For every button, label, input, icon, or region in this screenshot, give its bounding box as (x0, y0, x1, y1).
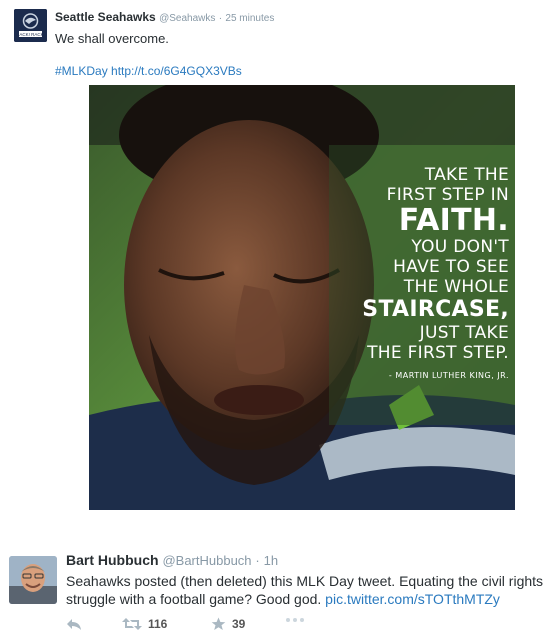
tweet2-text-block: Seahawks posted (then deleted) this MLK … (66, 572, 546, 608)
quote-line-5: have to see (393, 257, 509, 277)
tweet1-separator: · (218, 13, 223, 24)
quote-line-4: You don't (411, 237, 509, 257)
more-dots-icon (286, 618, 304, 622)
tweet2-timestamp[interactable]: 1h (264, 553, 278, 568)
reply-button[interactable] (66, 617, 82, 631)
quote-line-3: FAITH. (398, 203, 509, 238)
quote-attribution: - MARTIN LUTHER KING, JR. (388, 371, 509, 380)
more-button[interactable] (285, 617, 305, 623)
quote-line-7: STAIRCASE, (362, 297, 509, 322)
quote-line-9: the first step. (367, 343, 509, 363)
quote-line-1: Take the (424, 165, 509, 185)
tweet2-separator: · (255, 553, 260, 568)
photo-quote: Take the first step in FAITH. You don't … (334, 165, 509, 380)
tweet1-display-name[interactable]: Seattle Seahawks (55, 10, 156, 24)
quote-line-2: first step in (386, 185, 509, 205)
retweet-button[interactable]: 116 (122, 617, 167, 631)
tweet1-handle[interactable]: @Seahawks (159, 13, 215, 24)
avatar-label: RACK! RACK! (16, 32, 45, 37)
favorite-count: 39 (232, 617, 246, 631)
tweet1-text: We shall overcome. (55, 31, 169, 46)
tweet2-display-name[interactable]: Bart Hubbuch (66, 552, 159, 568)
favorite-button[interactable]: 39 (211, 617, 245, 631)
tweet1-header: Seattle Seahawks @Seahawks · 25 minutes (55, 10, 274, 24)
quote-line-6: the whole (403, 277, 509, 297)
retweet-icon (122, 618, 142, 630)
tweet2-handle[interactable]: @BartHubbuch (162, 553, 251, 568)
tweet2-header: Bart Hubbuch @BartHubbuch · 1h (66, 552, 278, 568)
reply-icon (67, 619, 81, 630)
tweet1-photo[interactable]: Take the first step in FAITH. You don't … (89, 85, 515, 510)
tweet2-actions: 116 39 (66, 617, 326, 637)
star-icon (211, 617, 226, 630)
bart-hubbuch-avatar[interactable] (9, 556, 57, 604)
tweet1-timestamp[interactable]: 25 minutes (225, 13, 274, 24)
tweet1-link[interactable]: #MLKDay http://t.co/6G4GQX3VBs (55, 64, 242, 78)
quote-line-8: just take (419, 323, 509, 343)
seahawks-avatar[interactable]: RACK! RACK! (14, 9, 47, 42)
retweet-count: 116 (148, 617, 168, 631)
tweet2-pic-link[interactable]: pic.twitter.com/sTOTthMTZy (325, 591, 500, 607)
